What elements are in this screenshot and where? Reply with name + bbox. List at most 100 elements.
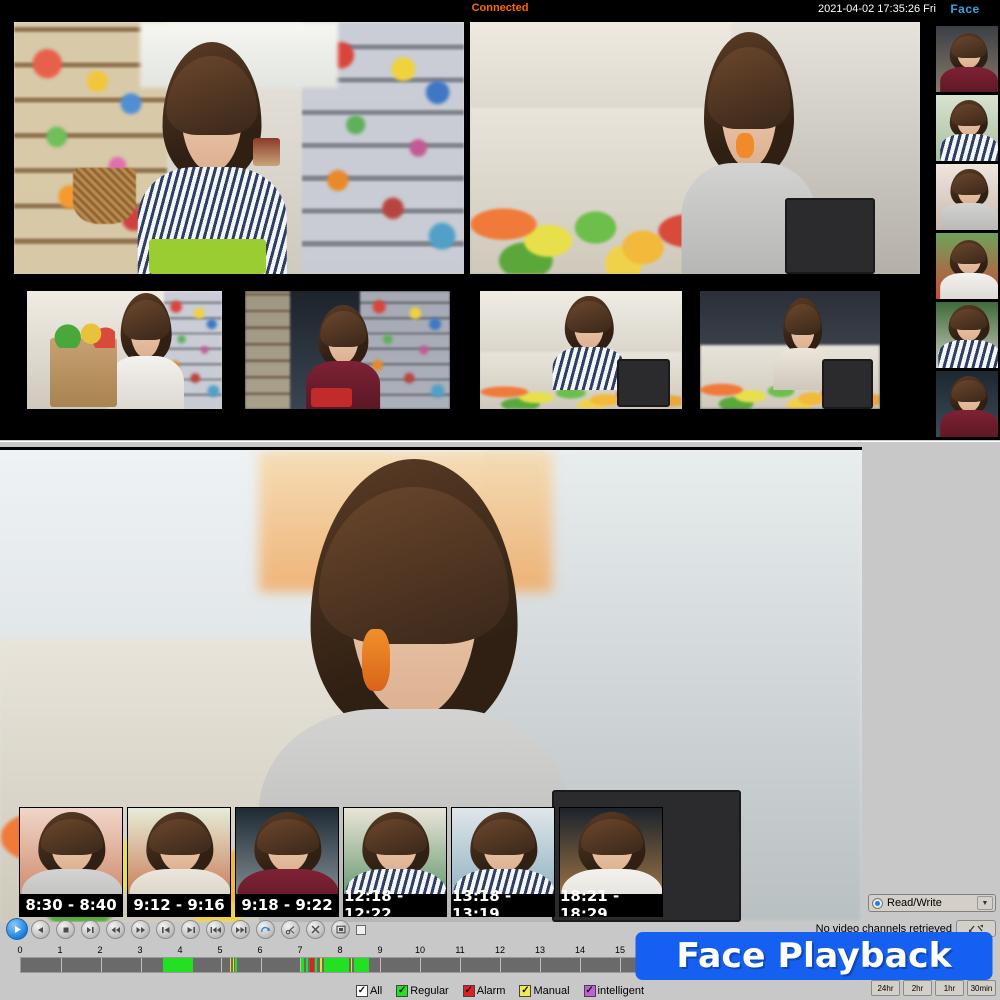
loop-icon (261, 926, 271, 932)
timeline-tick: 8 (337, 945, 343, 955)
timeline-tick: 4 (177, 945, 183, 955)
timeline-gridline (60, 958, 62, 972)
legend-item-all[interactable]: ✓ All (355, 984, 383, 997)
timeline-tick: 7 (297, 945, 303, 955)
frame-play-icon (87, 926, 94, 933)
clip-thumbnail[interactable]: 12:18 - 12:22 (343, 807, 447, 917)
live-view-panel: Connected 2021-04-02 17:35:26 Fri Face (0, 0, 1000, 440)
play-icon (14, 925, 21, 933)
range-button-30min[interactable]: 30min (967, 980, 996, 996)
snapshot-icon (335, 925, 346, 934)
reverse-play-button[interactable] (31, 920, 50, 939)
legend-label: Manual (533, 984, 570, 997)
timeline-gridline (260, 958, 262, 972)
fast-forward-button[interactable] (131, 920, 150, 939)
face-capture-1[interactable] (936, 26, 998, 92)
clip-thumbnail[interactable]: 9:12 - 9:16 (127, 807, 231, 917)
face-capture-3[interactable] (936, 164, 998, 230)
storage-mode-select[interactable]: Read/Write ▼ (868, 894, 996, 912)
legend-label: Regular (410, 984, 449, 997)
stop-button[interactable] (56, 920, 75, 939)
timeline-tick: 5 (217, 945, 223, 955)
timeline-segment-regular[interactable] (162, 958, 194, 972)
scene-veg-reach (480, 291, 682, 409)
timeline-gridline (500, 958, 501, 972)
clip-time-label: 18:21 - 18:29 (560, 887, 662, 916)
clip-time-label: 12:18 - 12:22 (344, 887, 446, 916)
checkbox-intelligent[interactable]: ✓ (583, 984, 596, 997)
timeline-segment-regular[interactable] (353, 958, 370, 972)
playback-video[interactable]: 8:30 - 8:40 9:12 - 9:16 9:18 - 9:22 12:1… (0, 447, 862, 922)
timeline-segment-regular[interactable] (314, 958, 318, 972)
timeline-gridline (420, 958, 422, 972)
timeline-segment-manual[interactable] (230, 958, 232, 972)
video-tile-channel-2[interactable] (470, 22, 920, 274)
close-x-icon (311, 925, 320, 934)
timeline-range-buttons: 24hr 2hr 1hr 30min (871, 980, 996, 996)
timeline-tick: 10 (414, 945, 426, 955)
previous-file-button[interactable] (206, 920, 225, 939)
clip-time-label: 9:18 - 9:22 (236, 894, 338, 916)
rewind-button[interactable] (106, 920, 125, 939)
skip-back-icon (161, 926, 169, 933)
scene-produce-basket (470, 22, 920, 274)
legend-item-manual[interactable]: ✓ Manual (519, 984, 570, 997)
fast-forward-icon (136, 926, 145, 933)
next-frame-button[interactable] (181, 920, 200, 939)
legend-item-intelligent[interactable]: ✓ intelligent (583, 984, 645, 997)
timeline-tick: 2 (97, 945, 103, 955)
checkbox-all[interactable]: ✓ (355, 984, 368, 997)
checkbox-manual[interactable]: ✓ (519, 984, 532, 997)
legend-item-alarm[interactable]: ✓ Alarm (462, 984, 505, 997)
sync-checkbox[interactable] (356, 925, 366, 935)
legend-item-regular[interactable]: ✓ Regular (396, 984, 449, 997)
face-clip-strip: 8:30 - 8:40 9:12 - 9:16 9:18 - 9:22 12:1… (0, 807, 862, 922)
clip-button[interactable] (281, 920, 300, 939)
clip-thumbnail[interactable]: 9:18 - 9:22 (235, 807, 339, 917)
timeline-tick: 15 (614, 945, 626, 955)
timeline-segment-regular[interactable] (301, 958, 304, 972)
loop-button[interactable] (256, 920, 275, 939)
timeline-gridline (220, 958, 222, 972)
chevron-down-icon[interactable]: ▼ (977, 896, 993, 910)
timeline-segment-manual[interactable] (232, 958, 234, 972)
face-column-title: Face (950, 2, 980, 16)
video-tile-channel-5[interactable] (480, 291, 682, 409)
clear-button[interactable] (306, 920, 325, 939)
clip-thumbnail[interactable]: 8:30 - 8:40 (19, 807, 123, 917)
timeline-gridline (380, 958, 382, 972)
video-tile-channel-3[interactable] (27, 291, 222, 409)
face-capture-4[interactable] (936, 233, 998, 299)
timeline-gridline (460, 958, 462, 972)
checkbox-regular[interactable]: ✓ (396, 984, 409, 997)
face-capture-5[interactable] (936, 302, 998, 368)
face-capture-6[interactable] (936, 371, 998, 437)
legend-label: intelligent (597, 984, 645, 997)
timeline-gridline (100, 958, 102, 972)
slow-forward-button[interactable] (81, 920, 100, 939)
scissors-icon (285, 925, 295, 934)
scene-fruit-cart (700, 291, 880, 409)
timeline-segment-regular[interactable] (323, 958, 350, 972)
face-capture-2[interactable] (936, 95, 998, 161)
range-button-2hr[interactable]: 2hr (903, 980, 932, 996)
timeline-segment-manual[interactable] (350, 958, 353, 972)
timeline-segment-alarm[interactable] (309, 958, 314, 972)
clip-thumbnail[interactable]: 18:21 - 18:29 (559, 807, 663, 917)
video-tile-channel-6[interactable] (700, 291, 880, 409)
timeline-segment-manual[interactable] (320, 958, 323, 972)
video-tile-channel-4[interactable] (245, 291, 450, 409)
next-file-icon (235, 926, 246, 933)
next-file-button[interactable] (231, 920, 250, 939)
timeline-segment-regular[interactable] (305, 958, 309, 972)
timeline-segment-regular[interactable] (234, 958, 237, 972)
range-button-24hr[interactable]: 24hr (871, 980, 900, 996)
snapshot-button[interactable] (331, 920, 350, 939)
clip-thumbnail[interactable]: 13:18 - 13:19 (451, 807, 555, 917)
timeline-tick: 14 (574, 945, 586, 955)
previous-frame-button[interactable] (156, 920, 175, 939)
legend-label: All (369, 984, 383, 997)
video-tile-channel-1[interactable] (14, 22, 464, 274)
range-button-1hr[interactable]: 1hr (935, 980, 964, 996)
checkbox-alarm[interactable]: ✓ (462, 984, 475, 997)
